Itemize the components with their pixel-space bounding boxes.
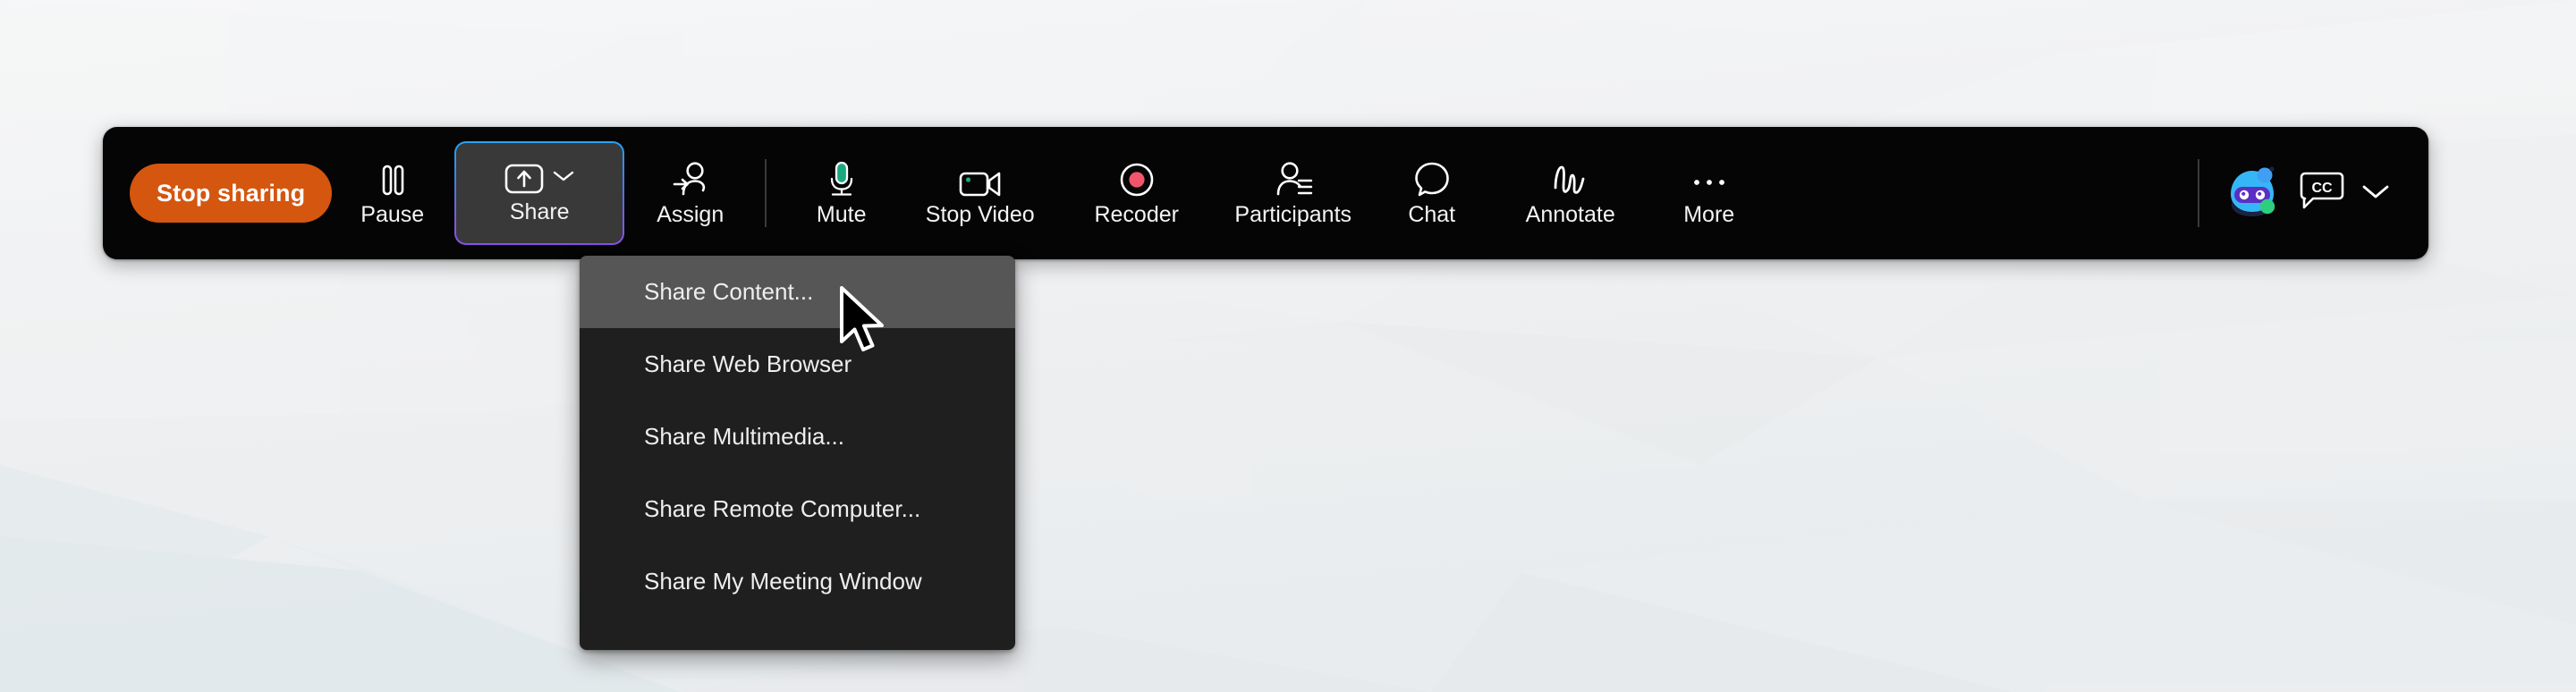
desktop-background (0, 0, 2576, 692)
video-camera-icon (959, 161, 1002, 198)
toolbar-item-pause[interactable]: Pause (332, 143, 453, 243)
toolbar-item-recoder[interactable]: Recoder (1058, 143, 1215, 243)
share-dropdown-menu: Share Content... Share Web Browser Share… (580, 256, 1015, 650)
menu-item-share-my-meeting-window[interactable]: Share My Meeting Window (580, 545, 1015, 618)
menu-item-share-content[interactable]: Share Content... (580, 256, 1015, 328)
ai-assistant-bot-icon (2223, 164, 2282, 224)
closed-captions-label: CC (2311, 181, 2333, 196)
toolbar-label-pause: Pause (360, 201, 425, 227)
meeting-control-toolbar: Stop sharing Pause Share Assign Mute Sto… (103, 127, 2428, 259)
toolbar-item-more[interactable]: More (1648, 143, 1769, 243)
toolbar-divider-right (2198, 159, 2199, 227)
toolbar-item-share[interactable]: Share (454, 141, 625, 245)
closed-captions-button[interactable]: CC (2291, 171, 2398, 216)
record-circle-icon (1118, 161, 1156, 198)
annotate-squiggle-icon (1549, 161, 1592, 198)
toolbar-label-share: Share (509, 198, 570, 224)
chat-bubble-icon (1413, 161, 1451, 198)
pause-icon (377, 161, 409, 198)
menu-item-share-web-browser[interactable]: Share Web Browser (580, 328, 1015, 401)
toolbar-right-group: CC (2214, 155, 2398, 232)
share-chevron-down-icon[interactable] (552, 169, 575, 188)
participants-icon (1274, 161, 1313, 198)
toolbar-label-stop-video: Stop Video (925, 201, 1035, 227)
toolbar-label-more: More (1683, 201, 1735, 227)
menu-item-label: Share Multimedia... (644, 423, 844, 450)
toolbar-label-annotate: Annotate (1525, 201, 1615, 227)
toolbar-label-mute: Mute (816, 201, 867, 227)
stop-sharing-button[interactable]: Stop sharing (130, 164, 333, 223)
menu-item-label: Share Web Browser (644, 350, 852, 377)
closed-captions-chevron-down-icon[interactable] (2360, 182, 2391, 205)
toolbar-label-chat: Chat (1408, 201, 1456, 227)
ellipsis-icon (1690, 161, 1728, 198)
toolbar-item-annotate[interactable]: Annotate (1492, 143, 1648, 243)
toolbar-item-chat[interactable]: Chat (1371, 143, 1492, 243)
toolbar-label-recoder: Recoder (1094, 201, 1179, 227)
toolbar-divider-left (765, 159, 767, 227)
menu-item-label: Share Content... (644, 278, 814, 305)
toolbar-item-assign[interactable]: Assign (630, 143, 750, 243)
assign-person-icon (671, 161, 710, 198)
menu-item-share-remote-computer[interactable]: Share Remote Computer... (580, 473, 1015, 545)
toolbar-item-mute[interactable]: Mute (781, 143, 902, 243)
closed-captions-icon: CC (2298, 171, 2346, 216)
microphone-icon (826, 161, 857, 198)
toolbar-item-participants[interactable]: Participants (1215, 143, 1371, 243)
ai-assistant-button[interactable] (2214, 155, 2291, 232)
share-upload-icon (504, 164, 544, 194)
menu-item-share-multimedia[interactable]: Share Multimedia... (580, 401, 1015, 473)
menu-item-label: Share Remote Computer... (644, 495, 921, 522)
menu-item-label: Share My Meeting Window (644, 568, 922, 595)
toolbar-label-participants: Participants (1234, 201, 1352, 227)
toolbar-item-stop-video[interactable]: Stop Video (902, 143, 1058, 243)
toolbar-label-assign: Assign (657, 201, 724, 227)
